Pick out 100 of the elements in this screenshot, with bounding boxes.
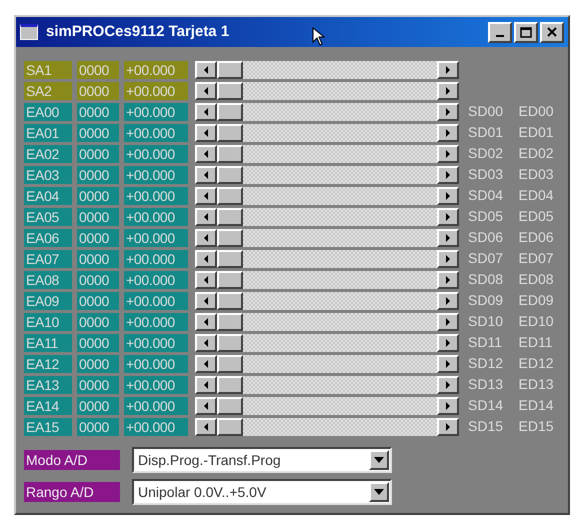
voltage-value: +00.000 xyxy=(124,334,188,352)
scroll-right-button[interactable] xyxy=(437,354,459,372)
slider-thumb[interactable] xyxy=(217,334,243,352)
scroll-left-button[interactable] xyxy=(195,186,217,204)
slider-thumb[interactable] xyxy=(217,396,243,414)
scroll-left-button[interactable] xyxy=(195,418,217,436)
channel-name: EA02 xyxy=(24,144,72,162)
channel-name: EA10 xyxy=(24,312,72,330)
scroll-right-button[interactable] xyxy=(437,102,459,120)
scroll-left-button[interactable] xyxy=(195,208,217,226)
scroll-right-button[interactable] xyxy=(437,418,459,436)
scroll-left-button[interactable] xyxy=(195,60,217,78)
scroll-right-button[interactable] xyxy=(437,396,459,414)
minimize-icon xyxy=(496,35,504,37)
scroll-left-button[interactable] xyxy=(195,124,217,142)
scroll-right-button[interactable] xyxy=(437,82,459,100)
scroll-right-button[interactable] xyxy=(437,124,459,142)
scroll-right-button[interactable] xyxy=(437,208,459,226)
slider-thumb[interactable] xyxy=(217,166,243,184)
voltage-value: +00.000 xyxy=(124,354,188,372)
scroll-right-button[interactable] xyxy=(437,376,459,394)
channel-name: EA05 xyxy=(24,208,72,226)
right-arrow-icon xyxy=(445,254,451,262)
slider-thumb[interactable] xyxy=(217,376,243,394)
scroll-right-button[interactable] xyxy=(437,60,459,78)
scroll-left-button[interactable] xyxy=(195,270,217,288)
voltage-value: +00.000 xyxy=(124,166,188,184)
scroll-left-button[interactable] xyxy=(195,396,217,414)
scroll-right-button[interactable] xyxy=(437,250,459,268)
slider-thumb[interactable] xyxy=(217,270,243,288)
voltage-value: +00.000 xyxy=(124,418,188,436)
slider-thumb[interactable] xyxy=(217,208,243,226)
left-arrow-icon xyxy=(203,192,209,200)
raw-value: 0000 xyxy=(77,228,119,246)
slider-thumb[interactable] xyxy=(217,102,243,120)
digital-input-label: ED13 xyxy=(518,375,555,394)
slider-thumb[interactable] xyxy=(217,250,243,268)
scroll-right-button[interactable] xyxy=(437,186,459,204)
scroll-left-button[interactable] xyxy=(195,376,217,394)
minimize-button[interactable] xyxy=(488,22,512,42)
digital-output-label: SD04 xyxy=(468,186,504,205)
right-arrow-icon xyxy=(445,234,451,242)
scroll-left-button[interactable] xyxy=(195,102,217,120)
slider-thumb[interactable] xyxy=(217,186,243,204)
scroll-left-button[interactable] xyxy=(195,166,217,184)
slider-thumb[interactable] xyxy=(217,82,243,100)
right-arrow-icon xyxy=(445,276,451,284)
scroll-right-button[interactable] xyxy=(437,312,459,330)
digital-output-label: SD06 xyxy=(468,228,504,247)
digital-input-label: ED03 xyxy=(518,165,555,184)
raw-value: 0000 xyxy=(77,270,119,288)
scroll-left-button[interactable] xyxy=(195,292,217,310)
digital-input-label: ED15 xyxy=(518,417,555,436)
right-arrow-icon xyxy=(445,380,451,388)
slider-thumb[interactable] xyxy=(217,312,243,330)
slider-thumb[interactable] xyxy=(217,228,243,246)
digital-input-label: ED07 xyxy=(518,249,555,268)
right-arrow-icon xyxy=(445,170,451,178)
digital-output-label: SD01 xyxy=(468,123,504,142)
right-arrow-icon xyxy=(445,422,451,430)
scroll-right-button[interactable] xyxy=(437,334,459,352)
left-arrow-icon xyxy=(203,234,209,242)
digital-input-label: ED01 xyxy=(518,123,555,142)
scroll-left-button[interactable] xyxy=(195,312,217,330)
scroll-right-button[interactable] xyxy=(437,270,459,288)
scroll-left-button[interactable] xyxy=(195,250,217,268)
slider-thumb[interactable] xyxy=(217,418,243,436)
dropdown-field[interactable]: Disp.Prog.-Transf.Prog xyxy=(132,447,392,473)
channel-name: EA01 xyxy=(24,124,72,142)
scroll-left-button[interactable] xyxy=(195,334,217,352)
slider-thumb[interactable] xyxy=(217,60,243,78)
scroll-right-button[interactable] xyxy=(437,166,459,184)
slider-thumb[interactable] xyxy=(217,144,243,162)
raw-value: 0000 xyxy=(77,250,119,268)
close-button[interactable] xyxy=(540,22,564,42)
digital-input-label: ED14 xyxy=(518,396,555,415)
voltage-value: +00.000 xyxy=(124,228,188,246)
maximize-button[interactable] xyxy=(514,22,538,42)
scroll-right-button[interactable] xyxy=(437,228,459,246)
scroll-left-button[interactable] xyxy=(195,354,217,372)
slider-thumb[interactable] xyxy=(217,354,243,372)
digital-input-label: ED00 xyxy=(518,102,555,121)
right-arrow-icon xyxy=(445,66,451,74)
slider-thumb[interactable] xyxy=(217,124,243,142)
scroll-left-button[interactable] xyxy=(195,144,217,162)
raw-value: 0000 xyxy=(77,376,119,394)
scroll-right-button[interactable] xyxy=(437,292,459,310)
left-arrow-icon xyxy=(203,212,209,220)
slider-thumb[interactable] xyxy=(217,292,243,310)
left-arrow-icon xyxy=(203,170,209,178)
left-arrow-icon xyxy=(203,380,209,388)
right-arrow-icon xyxy=(445,108,451,116)
scroll-left-button[interactable] xyxy=(195,228,217,246)
right-arrow-icon xyxy=(445,128,451,136)
scroll-right-button[interactable] xyxy=(437,144,459,162)
dropdown-field[interactable]: Unipolar 0.0V..+5.0V xyxy=(132,479,392,505)
left-arrow-icon xyxy=(203,296,209,304)
digital-input-label: ED04 xyxy=(518,186,555,205)
voltage-value: +00.000 xyxy=(124,82,188,100)
scroll-left-button[interactable] xyxy=(195,82,217,100)
